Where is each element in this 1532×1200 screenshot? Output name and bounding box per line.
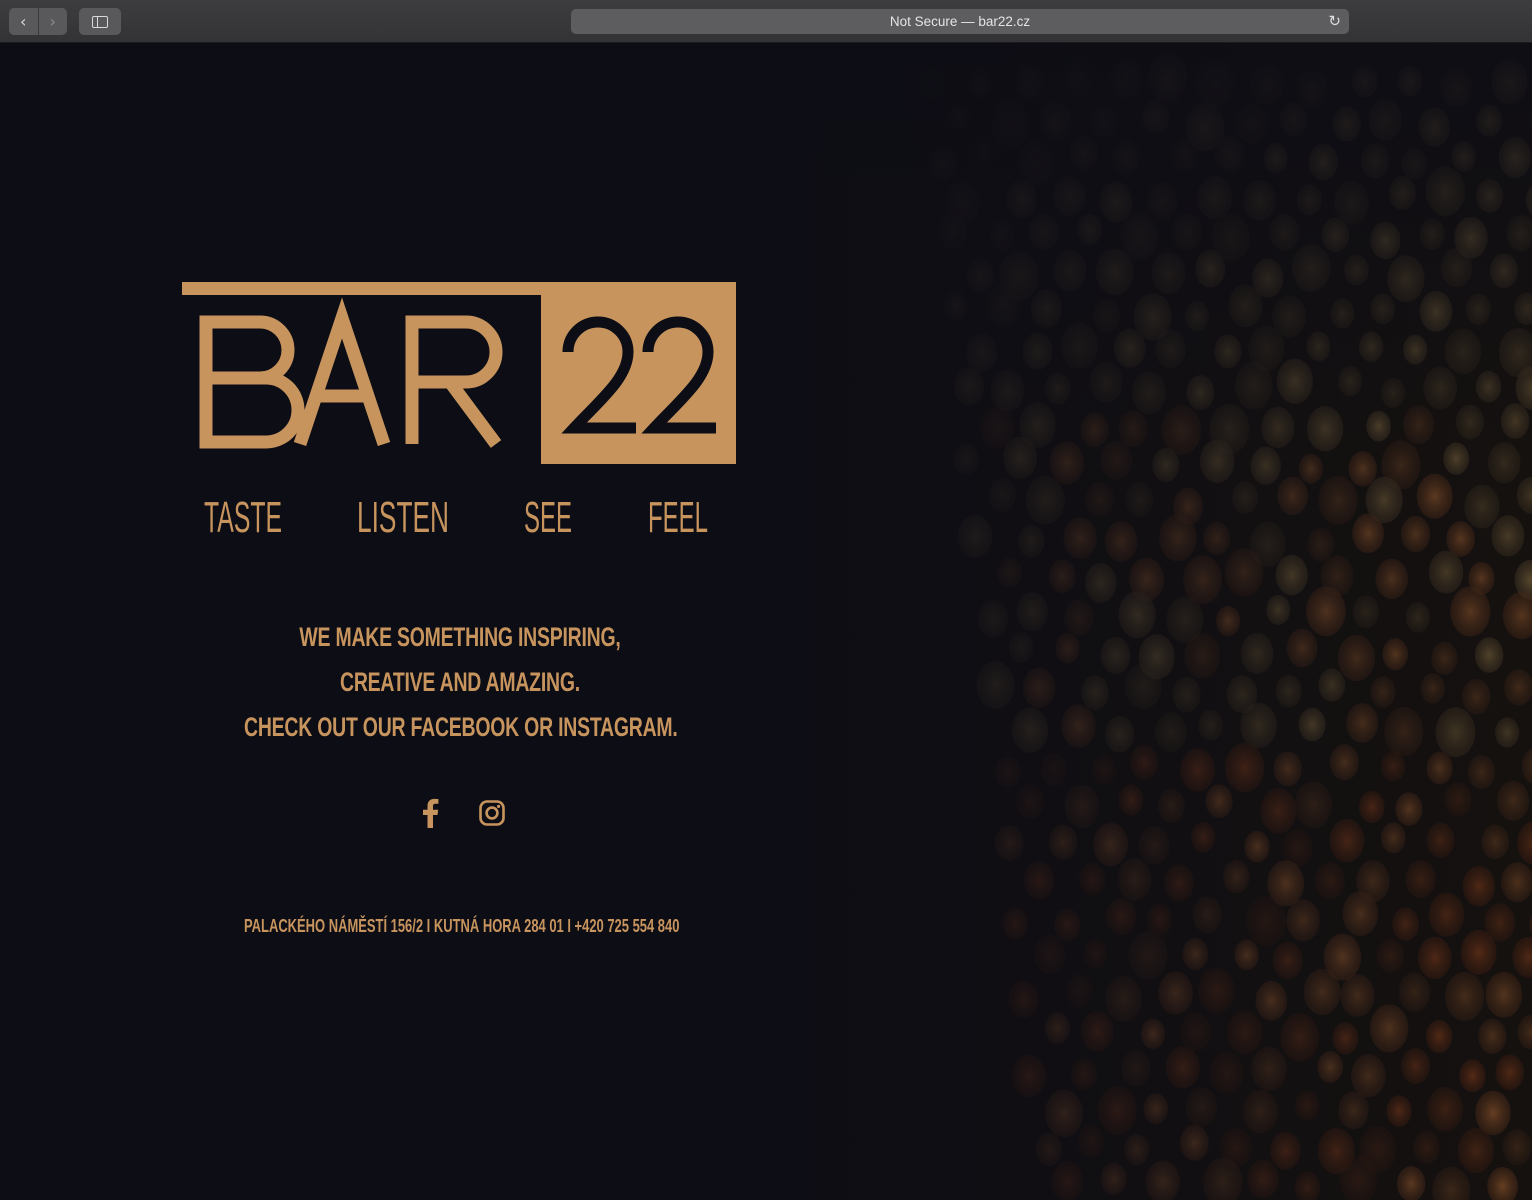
tagline-listen: LISTEN [357,493,449,542]
contact-address: PALACKÉHO NÁMĚSTÍ 156/2 I KUTNÁ HORA 284… [243,916,680,936]
sidebar-icon [92,15,108,28]
address-text: Not Secure — bar22.cz [889,14,1031,29]
address-bar[interactable]: Not Secure — bar22.cz ↻ [571,9,1349,34]
reload-icon[interactable]: ↻ [1328,12,1341,30]
sidebar-toggle-button[interactable] [79,8,121,35]
forward-button[interactable]: › [39,8,68,35]
bar22-logo: TASTE LISTEN SEE FEEL [182,282,736,542]
slogan-line: CHECK OUT OUR FACEBOOK OR INSTAGRAM. [243,712,678,742]
instagram-link[interactable] [472,793,512,833]
bokeh-background [772,43,1532,1200]
back-button[interactable]: ‹ [9,8,39,35]
instagram-icon [479,800,505,826]
facebook-icon [423,798,439,828]
slogan: WE MAKE SOMETHING INSPIRING, CREATIVE AN… [243,615,678,750]
tagline-see: SEE [524,493,572,542]
slogan-line: WE MAKE SOMETHING INSPIRING, [299,622,621,652]
facebook-link[interactable] [410,793,450,833]
tagline-feel: FEEL [648,493,708,542]
history-nav: ‹ › [9,8,67,35]
chevron-left-icon: ‹ [20,12,27,31]
chevron-right-icon: › [49,12,56,31]
slogan-line: CREATIVE AND AMAZING. [340,667,580,697]
browser-toolbar: ‹ › Not Secure — bar22.cz ↻ [0,0,1532,43]
tagline-taste: TASTE [204,493,282,542]
social-links [410,793,520,833]
web-page: TASTE LISTEN SEE FEEL WE MAKE SOMETHING … [0,43,1532,1200]
